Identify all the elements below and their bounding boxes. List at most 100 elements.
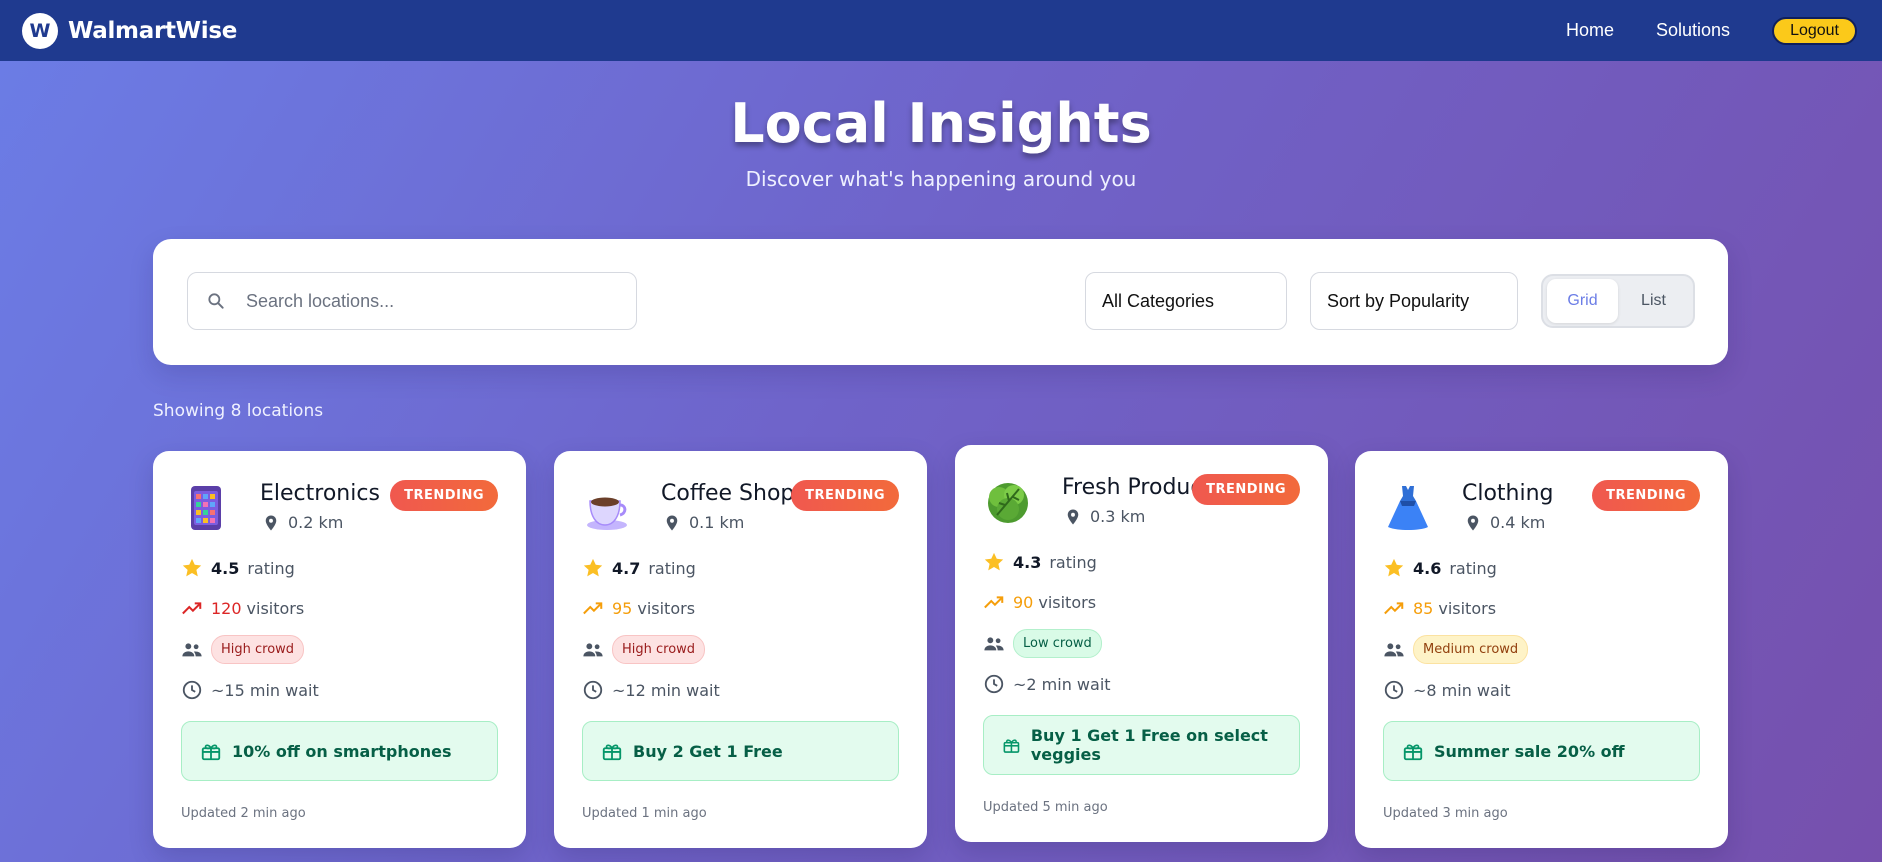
rating-value: 4.5: [211, 558, 240, 578]
clock-icon: [984, 674, 1004, 694]
logout-button[interactable]: Logout: [1772, 16, 1857, 45]
rating-row: 4.5 rating: [181, 557, 295, 579]
visitors-label: visitors: [1438, 598, 1497, 618]
view-grid-button[interactable]: Grid: [1547, 279, 1618, 323]
updated-timestamp: Updated 3 min ago: [1383, 806, 1508, 821]
page-title: Local Insights: [730, 92, 1152, 155]
distance-text: 0.2 km: [288, 513, 344, 532]
gift-icon: [1403, 744, 1423, 761]
offer-banner[interactable]: Buy 1 Get 1 Free on select veggies: [983, 715, 1300, 775]
rating-label: rating: [648, 558, 696, 578]
distance-text: 0.1 km: [689, 513, 745, 532]
visitors-count: 90: [1013, 592, 1034, 612]
offer-text: Buy 2 Get 1 Free: [633, 741, 783, 761]
search-icon: [208, 293, 224, 309]
wait-row: ~8 min wait: [1383, 679, 1511, 701]
rating-row: 4.7 rating: [582, 557, 696, 579]
category-select[interactable]: All Categories: [1085, 272, 1287, 330]
location-pin-icon: [1067, 509, 1079, 524]
rating-label: rating: [247, 558, 295, 578]
brand-name[interactable]: WalmartWise: [68, 18, 237, 44]
card-distance: 0.4 km: [1462, 513, 1545, 532]
visitors-count: 120: [211, 598, 242, 618]
trending-badge: TRENDING: [1592, 480, 1700, 511]
wait-row: ~2 min wait: [983, 673, 1111, 695]
offer-banner[interactable]: Buy 2 Get 1 Free: [582, 721, 899, 781]
rating-row: 4.6 rating: [1383, 557, 1497, 579]
gift-icon: [1003, 739, 1020, 753]
clock-icon: [583, 680, 603, 700]
star-icon: [984, 552, 1004, 571]
rating-value: 4.6: [1413, 558, 1442, 578]
rating-value: 4.3: [1013, 552, 1042, 572]
trending-up-icon: [583, 602, 603, 615]
crowd-level-badge: Medium crowd: [1413, 635, 1529, 664]
lettuce-icon: [988, 483, 1028, 523]
trending-badge: TRENDING: [390, 480, 498, 511]
people-icon: [583, 642, 603, 656]
rating-label: rating: [1449, 558, 1497, 578]
card-title: Electronics: [260, 481, 380, 506]
wait-time: ~12 min wait: [612, 680, 720, 700]
visitors-row: 90 visitors: [983, 591, 1096, 613]
star-icon: [583, 558, 603, 577]
people-icon: [182, 642, 202, 656]
visitors-count: 85: [1413, 598, 1434, 618]
updated-timestamp: Updated 1 min ago: [582, 806, 707, 821]
location-pin-icon: [666, 515, 678, 530]
card-distance: 0.1 km: [661, 513, 744, 532]
visitors-count: 95: [612, 598, 633, 618]
distance-text: 0.3 km: [1090, 507, 1146, 526]
wait-time: ~8 min wait: [1413, 680, 1511, 700]
coffee-icon: [587, 497, 627, 530]
location-card[interactable]: Coffee Shop 0.1 km TRENDING 4.7 rating 9…: [554, 451, 927, 848]
rating-row: 4.3 rating: [983, 551, 1097, 573]
gift-icon: [602, 744, 622, 761]
search-box[interactable]: [187, 272, 637, 330]
updated-timestamp: Updated 5 min ago: [983, 800, 1108, 815]
sort-select[interactable]: Sort by Popularity: [1310, 272, 1518, 330]
location-card[interactable]: Fresh Produce 0.3 km TRENDING 4.3 rating…: [955, 445, 1328, 842]
crowd-row: High crowd: [181, 635, 305, 664]
crowd-row: Medium crowd: [1383, 635, 1529, 664]
view-list-button[interactable]: List: [1618, 279, 1689, 323]
location-card[interactable]: Electronics 0.2 km TRENDING 4.5 rating 1…: [153, 451, 526, 848]
trending-up-icon: [182, 602, 202, 615]
distance-text: 0.4 km: [1490, 513, 1546, 532]
offer-text: Buy 1 Get 1 Free on select veggies: [1030, 726, 1268, 764]
crowd-level-badge: High crowd: [612, 635, 706, 664]
card-distance: 0.2 km: [260, 513, 343, 532]
visitors-label: visitors: [1038, 592, 1097, 612]
wait-row: ~12 min wait: [582, 679, 720, 701]
people-icon: [984, 636, 1004, 650]
card-title: Clothing: [1462, 481, 1554, 506]
crowd-row: High crowd: [582, 635, 706, 664]
trending-badge: TRENDING: [1192, 474, 1300, 505]
wait-row: ~15 min wait: [181, 679, 319, 701]
nav-link-home[interactable]: Home: [1566, 20, 1614, 41]
filter-panel: All Categories Sort by Popularity Grid L…: [153, 239, 1728, 365]
updated-timestamp: Updated 2 min ago: [181, 806, 306, 821]
results-count: Showing 8 locations: [153, 401, 324, 421]
view-toggle: Grid List: [1541, 274, 1695, 328]
location-pin-icon: [1467, 515, 1479, 530]
phone-icon: [191, 486, 221, 530]
nav-link-solutions[interactable]: Solutions: [1656, 20, 1730, 41]
dress-icon: [1388, 486, 1428, 530]
offer-banner[interactable]: Summer sale 20% off: [1383, 721, 1700, 781]
brand-logo[interactable]: W: [22, 12, 58, 49]
people-icon: [1384, 642, 1404, 656]
trending-badge: TRENDING: [791, 480, 899, 511]
search-input[interactable]: [246, 290, 626, 312]
trending-up-icon: [1384, 602, 1404, 615]
card-distance: 0.3 km: [1062, 507, 1145, 526]
nav-links: Home Solutions Logout: [1566, 16, 1860, 45]
offer-banner[interactable]: 10% off on smartphones: [181, 721, 498, 781]
location-card[interactable]: Clothing 0.4 km TRENDING 4.6 rating 85 v…: [1355, 451, 1728, 848]
clock-icon: [1384, 680, 1404, 700]
star-icon: [1384, 558, 1404, 577]
card-title: Coffee Shop: [661, 481, 795, 506]
visitors-row: 95 visitors: [582, 597, 695, 619]
offer-text: 10% off on smartphones: [232, 741, 452, 761]
crowd-row: Low crowd: [983, 629, 1102, 658]
